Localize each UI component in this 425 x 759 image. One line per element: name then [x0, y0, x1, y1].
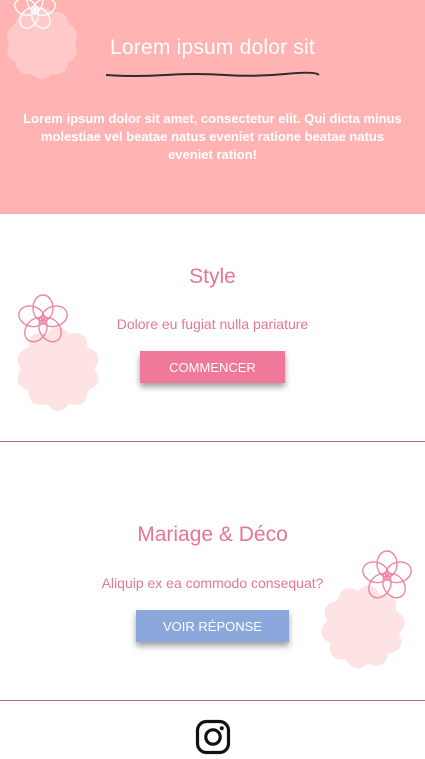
footer [0, 701, 425, 759]
hero-underline [105, 71, 320, 77]
hero-description: Lorem ipsum dolor sit amet, consectetur … [23, 111, 402, 162]
style-section: Style Dolore eu fugiat nulla pariature C… [0, 214, 425, 442]
flower-outline-icon [14, 0, 56, 29]
hero-banner: Lorem ipsum dolor sit Lorem ipsum dolor … [0, 0, 425, 214]
section-subtitle: Dolore eu fugiat nulla pariature [116, 316, 309, 332]
wedding-section: Mariage & Déco Aliquip ex ea commodo con… [0, 442, 425, 701]
commencer-button[interactable]: COMMENCER [140, 351, 285, 383]
section-title: Style [189, 265, 236, 288]
hero-title: Lorem ipsum dolor sit [110, 36, 315, 59]
voir-reponse-button[interactable]: VOIR RÉPONSE [136, 610, 289, 642]
section-title: Mariage & Déco [137, 523, 288, 546]
section-subtitle: Aliquip ex ea commodo consequat? [101, 575, 324, 591]
instagram-icon[interactable] [195, 719, 231, 755]
